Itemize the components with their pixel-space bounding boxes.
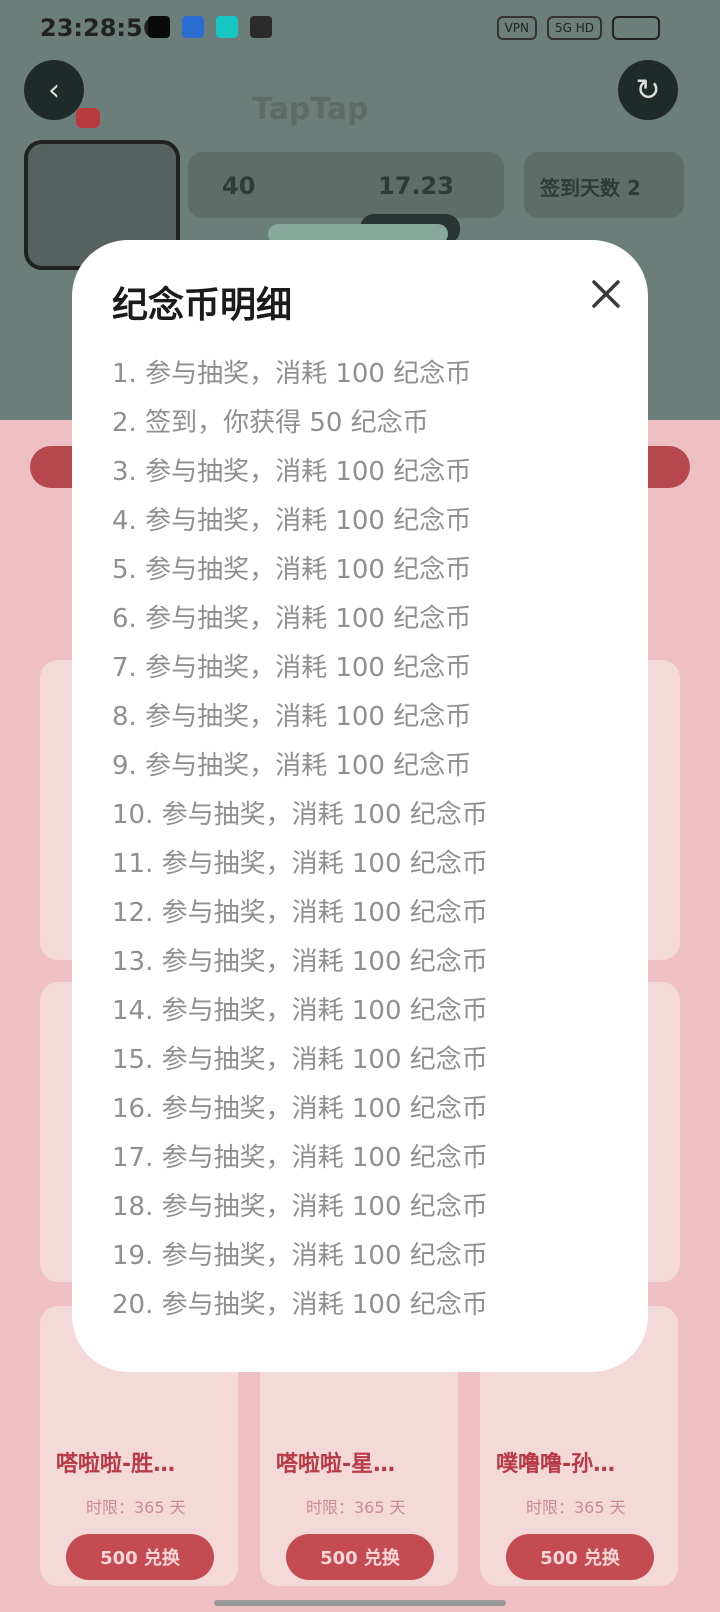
list-item: 18. 参与抽奖，消耗 100 纪念币 [112, 1192, 488, 1222]
list-item: 8. 参与抽奖，消耗 100 纪念币 [112, 702, 472, 732]
list-item: 16. 参与抽奖，消耗 100 纪念币 [112, 1094, 488, 1124]
list-item: 2. 签到，你获得 50 纪念币 [112, 408, 429, 438]
list-item: 20. 参与抽奖，消耗 100 纪念币 [112, 1290, 488, 1320]
list-item: 3. 参与抽奖，消耗 100 纪念币 [112, 457, 472, 487]
list-item: 1. 参与抽奖，消耗 100 纪念币 [112, 359, 472, 389]
close-button[interactable] [584, 272, 628, 316]
list-item: 10. 参与抽奖，消耗 100 纪念币 [112, 800, 488, 830]
coin-detail-dialog: 纪念币明细 1. 参与抽奖，消耗 100 纪念币 2. 签到，你获得 50 纪念… [72, 240, 648, 1372]
dialog-title: 纪念币明细 [112, 285, 293, 326]
list-item: 4. 参与抽奖，消耗 100 纪念币 [112, 506, 472, 536]
list-item: 6. 参与抽奖，消耗 100 纪念币 [112, 604, 472, 634]
app-page: 23:28:56 VPN 5G HD ‹ ↻ TapTap 40 17.23 签… [0, 0, 720, 1612]
coin-history-list: 1. 参与抽奖，消耗 100 纪念币 2. 签到，你获得 50 纪念币 3. 参… [112, 350, 612, 1330]
list-item: 11. 参与抽奖，消耗 100 纪念币 [112, 849, 488, 879]
list-item: 15. 参与抽奖，消耗 100 纪念币 [112, 1045, 488, 1075]
list-item: 7. 参与抽奖，消耗 100 纪念币 [112, 653, 472, 683]
list-item: 13. 参与抽奖，消耗 100 纪念币 [112, 947, 488, 977]
list-item: 5. 参与抽奖，消耗 100 纪念币 [112, 555, 472, 585]
close-icon [592, 280, 620, 308]
list-item: 17. 参与抽奖，消耗 100 纪念币 [112, 1143, 488, 1173]
list-item: 14. 参与抽奖，消耗 100 纪念币 [112, 996, 488, 1026]
list-item: 19. 参与抽奖，消耗 100 纪念币 [112, 1241, 488, 1271]
list-item: 12. 参与抽奖，消耗 100 纪念币 [112, 898, 488, 928]
list-item: 9. 参与抽奖，消耗 100 纪念币 [112, 751, 472, 781]
